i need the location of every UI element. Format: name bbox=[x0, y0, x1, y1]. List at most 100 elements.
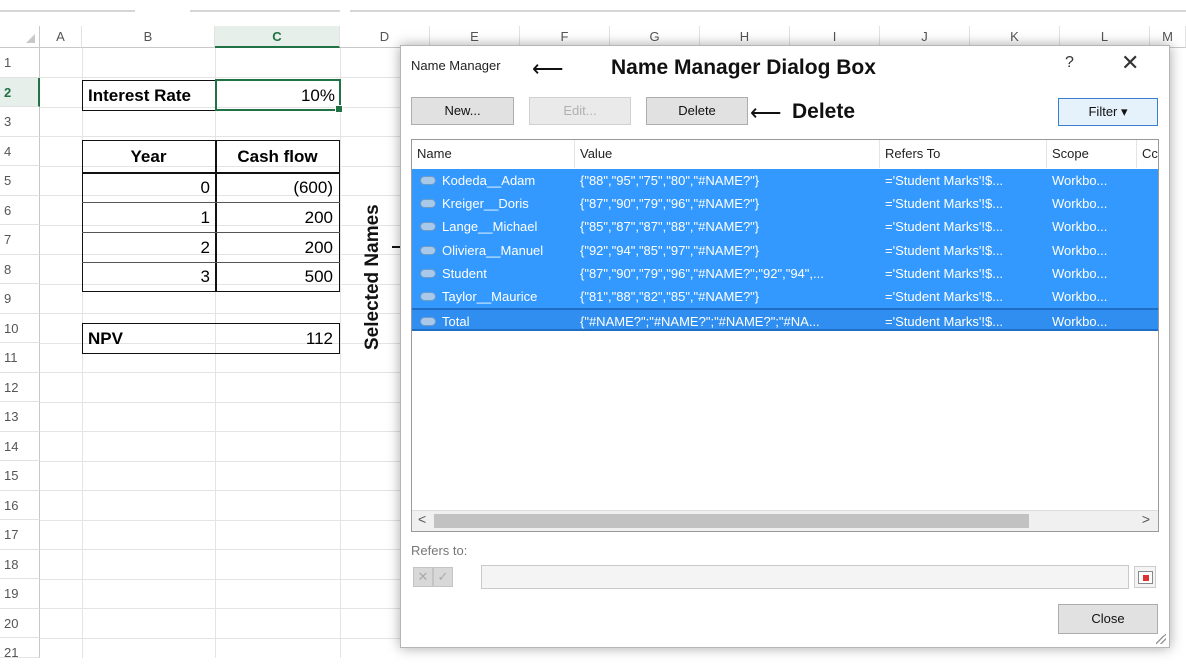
refers-to-label: Refers to: bbox=[411, 543, 468, 558]
list-header-scope[interactable]: Scope bbox=[1047, 140, 1137, 168]
row-header[interactable]: 7 bbox=[0, 225, 40, 255]
close-icon[interactable]: ✕ bbox=[1121, 50, 1139, 76]
row-header[interactable]: 8 bbox=[0, 254, 40, 284]
row-header[interactable]: 15 bbox=[0, 461, 40, 491]
grid-line bbox=[40, 77, 400, 78]
arrow-icon: ⟵ bbox=[532, 56, 564, 81]
row-header[interactable]: 16 bbox=[0, 490, 40, 520]
column-header-b[interactable]: B bbox=[82, 26, 215, 48]
close-button[interactable]: Close bbox=[1058, 604, 1158, 634]
delete-button[interactable]: Delete bbox=[646, 97, 748, 125]
row-header[interactable]: 14 bbox=[0, 431, 40, 461]
grid-line bbox=[40, 490, 400, 491]
list-header-refers-to[interactable]: Refers To bbox=[880, 140, 1047, 168]
interest-rate-value[interactable]: 10% bbox=[215, 81, 335, 110]
fill-handle[interactable] bbox=[335, 105, 343, 113]
grid-line bbox=[40, 313, 400, 314]
grid-line bbox=[40, 431, 400, 432]
filter-button[interactable]: Filter ▾ bbox=[1058, 98, 1158, 126]
name-range-icon bbox=[420, 199, 436, 209]
new-button[interactable]: New... bbox=[411, 97, 514, 125]
list-item[interactable]: Oliviera__Manuel {"92","94","85","97","#… bbox=[412, 238, 1158, 262]
list-item[interactable]: Student {"87","90","79","96","#NAME?";"9… bbox=[412, 261, 1158, 285]
list-header-value[interactable]: Value bbox=[575, 140, 880, 168]
scroll-left-icon[interactable]: < bbox=[418, 511, 426, 527]
item-value: {"88","95","75","80","#NAME?"} bbox=[580, 173, 760, 188]
column-header-a[interactable]: A bbox=[40, 26, 82, 48]
row-header[interactable]: 17 bbox=[0, 520, 40, 550]
scroll-right-icon[interactable]: > bbox=[1142, 511, 1150, 527]
item-refers: ='Student Marks'!$... bbox=[885, 173, 1004, 188]
confirm-edit-icon[interactable]: ✓ bbox=[433, 567, 453, 587]
npv-value[interactable]: 112 bbox=[215, 324, 333, 353]
header-year[interactable]: Year bbox=[82, 142, 215, 171]
year-cell[interactable]: 0 bbox=[82, 173, 210, 202]
help-button[interactable]: ? bbox=[1065, 54, 1074, 72]
cancel-edit-icon[interactable]: ✕ bbox=[413, 567, 433, 587]
item-refers: ='Student Marks'!$... bbox=[885, 314, 1004, 330]
row-header[interactable]: 12 bbox=[0, 372, 40, 402]
npv-label[interactable]: NPV bbox=[88, 324, 123, 353]
row-header[interactable]: 11 bbox=[0, 343, 40, 373]
row-header[interactable]: 2 bbox=[0, 77, 40, 107]
row-header[interactable]: 21 bbox=[0, 638, 40, 660]
item-name: Taylor__Maurice bbox=[442, 289, 538, 304]
item-refers: ='Student Marks'!$... bbox=[885, 242, 1004, 258]
list-item[interactable]: Total {"#NAME?";"#NAME?";"#NAME?";"#NA..… bbox=[412, 308, 1158, 332]
resize-grip-icon[interactable] bbox=[1156, 634, 1166, 644]
grid-line bbox=[40, 608, 400, 609]
row-header[interactable]: 4 bbox=[0, 136, 40, 166]
names-list[interactable]: Name Value Refers To Scope Cc Kodeda__Ad… bbox=[411, 139, 1159, 532]
name-range-icon bbox=[420, 245, 436, 255]
grid-line bbox=[40, 549, 400, 550]
edit-button[interactable]: Edit... bbox=[529, 97, 631, 125]
selected-names-annotation: Selected Names bbox=[362, 204, 383, 350]
name-range-icon bbox=[420, 176, 436, 185]
list-item[interactable]: Kodeda__Adam {"88","95","75","80","#NAME… bbox=[412, 169, 1158, 193]
row-header[interactable]: 5 bbox=[0, 166, 40, 196]
row-header[interactable]: 19 bbox=[0, 579, 40, 609]
list-header-comment[interactable]: Cc bbox=[1137, 140, 1158, 168]
item-name: Kodeda__Adam bbox=[442, 173, 536, 188]
grid-line bbox=[40, 401, 400, 403]
cash-flow-cell[interactable]: (600) bbox=[215, 173, 333, 202]
list-item[interactable]: Lange__Michael {"85","87","87","88","#NA… bbox=[412, 215, 1158, 239]
row-header[interactable]: 6 bbox=[0, 195, 40, 225]
name-manager-dialog: Name Manager ? ✕ New... Edit... Delete F… bbox=[400, 45, 1170, 648]
row-header[interactable]: 1 bbox=[0, 48, 40, 78]
select-all-corner[interactable] bbox=[0, 26, 40, 48]
header-cash-flow[interactable]: Cash flow bbox=[215, 142, 340, 171]
name-range-icon bbox=[420, 292, 436, 301]
list-item[interactable]: Taylor__Maurice {"81","88","82","85","#N… bbox=[412, 285, 1158, 309]
item-name: Total bbox=[442, 314, 470, 330]
item-name: Lange__Michael bbox=[442, 219, 538, 235]
year-cell[interactable]: 3 bbox=[82, 262, 210, 291]
range-picker-icon[interactable] bbox=[1134, 566, 1156, 588]
row-header[interactable]: 3 bbox=[0, 107, 40, 137]
item-refers: ='Student Marks'!$... bbox=[885, 289, 1004, 304]
item-scope: Workbo... bbox=[1052, 173, 1108, 188]
interest-rate-label[interactable]: Interest Rate bbox=[88, 81, 191, 110]
list-header-name[interactable]: Name bbox=[412, 140, 575, 168]
year-cell[interactable]: 2 bbox=[82, 233, 210, 262]
list-item[interactable]: Kreiger__Doris {"87","90","79","96","#NA… bbox=[412, 192, 1158, 216]
row-header[interactable]: 20 bbox=[0, 608, 40, 638]
row-header[interactable]: 18 bbox=[0, 549, 40, 579]
column-header-c[interactable]: C bbox=[215, 26, 340, 48]
cash-flow-cell[interactable]: 500 bbox=[215, 262, 333, 291]
delete-annotation: Delete bbox=[792, 100, 856, 123]
cash-flow-cell[interactable]: 200 bbox=[215, 233, 333, 262]
row-header[interactable]: 9 bbox=[0, 284, 40, 314]
scroll-thumb[interactable] bbox=[434, 514, 1029, 528]
refers-to-input[interactable] bbox=[481, 565, 1129, 589]
row-header[interactable]: 10 bbox=[0, 313, 40, 343]
horizontal-scrollbar[interactable]: < > bbox=[412, 510, 1158, 531]
row-header[interactable]: 13 bbox=[0, 402, 40, 432]
name-range-icon bbox=[420, 268, 436, 278]
item-scope: Workbo... bbox=[1052, 196, 1108, 212]
item-scope: Workbo... bbox=[1052, 242, 1108, 258]
cash-flow-cell[interactable]: 200 bbox=[215, 203, 333, 232]
item-refers: ='Student Marks'!$... bbox=[885, 265, 1004, 281]
year-cell[interactable]: 1 bbox=[82, 203, 210, 232]
item-value: {"81","88","82","85","#NAME?"} bbox=[580, 289, 760, 304]
